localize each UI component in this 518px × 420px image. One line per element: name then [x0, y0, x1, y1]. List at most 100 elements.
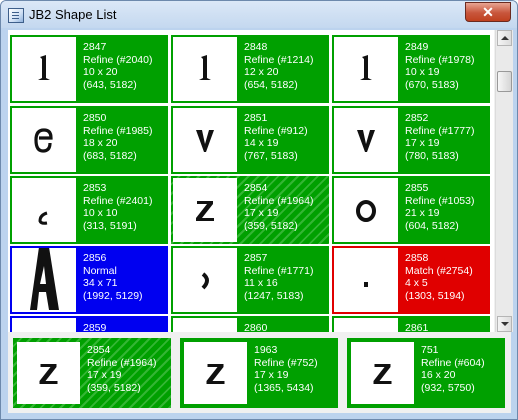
- shape-thumbnail: [173, 318, 237, 332]
- shape-pos: (1365, 5434): [254, 381, 314, 394]
- shape-id: 2850: [83, 112, 107, 124]
- shape-info: 1963 Refine (#752) 17 x 19 (1365, 5434): [254, 344, 318, 394]
- shape-info: 2852 Refine (#1777) 17 x 19 (780, 5183): [405, 112, 474, 162]
- shape-id: 2849: [405, 41, 429, 53]
- shape-info: 2853 Refine (#2401) 10 x 10 (313, 5191): [83, 182, 152, 232]
- shape-grid[interactable]: 2847 Refine (#2040) 10 x 20 (643, 5182) 2848…: [8, 30, 494, 332]
- shape-thumbnail: [184, 342, 247, 404]
- shape-id: 1963: [254, 344, 278, 356]
- match-panel: 2854 Refine (#1964) 17 x 19 (359, 5182) 1963…: [8, 333, 511, 413]
- shape-thumbnail: [334, 108, 398, 172]
- client-area: 2847 Refine (#2040) 10 x 20 (643, 5182) 2848…: [8, 30, 513, 413]
- shape-info: 751 Refine (#604) 16 x 20 (932, 5750): [421, 344, 485, 394]
- shape-id: 2855: [405, 182, 429, 194]
- shape-size: 11 x 16: [244, 277, 278, 289]
- shape-status: Refine (#1985): [83, 124, 153, 137]
- shape-thumbnail: [173, 178, 237, 242]
- shape-id: 751: [421, 344, 439, 356]
- shape-size: 10 x 19: [405, 66, 440, 78]
- shape-status: Refine (#1053): [405, 194, 475, 207]
- shape-pos: (654, 5182): [244, 78, 298, 91]
- shape-info: 2848 Refine (#1214) 12 x 20 (654, 5182): [244, 41, 313, 91]
- shape-thumbnail: [17, 342, 80, 404]
- shape-info: 2859: [83, 322, 106, 332]
- shape-id: 2853: [83, 182, 107, 194]
- shape-id: 2852: [405, 112, 429, 124]
- shape-size: 17 x 19: [254, 369, 289, 381]
- shape-pos: (1992, 5129): [83, 289, 143, 302]
- shape-status: Match (#2754): [405, 264, 473, 277]
- shape-thumbnail: [173, 108, 237, 172]
- shape-thumbnail: [173, 248, 237, 312]
- shape-thumbnail: [334, 178, 398, 242]
- shape-info: 2850 Refine (#1985) 18 x 20 (683, 5182): [83, 112, 152, 162]
- shape-info: 2857 Refine (#1771) 11 x 16 (1247, 5183): [244, 252, 313, 302]
- shape-tile-2856[interactable]: 2856 Normal 34 x 71 (1992, 5129): [10, 246, 168, 314]
- shape-tile-2855[interactable]: 2855 Refine (#1053) 21 x 19 (604, 5182): [332, 176, 490, 244]
- shape-id: 2860: [244, 322, 268, 332]
- shape-pos: (932, 5750): [421, 381, 475, 394]
- shape-tile-2849[interactable]: 2849 Refine (#1978) 10 x 19 (670, 5183): [332, 35, 490, 103]
- title-bar[interactable]: JB2 Shape List ✕: [1, 1, 517, 28]
- shape-size: 12 x 20: [244, 66, 279, 78]
- scroll-down-arrow-icon[interactable]: [497, 316, 512, 332]
- shape-status: Refine (#1771): [244, 264, 314, 277]
- shape-tile-2847[interactable]: 2847 Refine (#2040) 10 x 20 (643, 5182): [10, 35, 168, 103]
- shape-pos: (670, 5183): [405, 78, 459, 91]
- shape-info: 2854 Refine (#1964) 17 x 19 (359, 5182): [244, 182, 313, 232]
- window-title: JB2 Shape List: [29, 7, 117, 22]
- vertical-scrollbar[interactable]: [495, 30, 513, 332]
- shape-status: Refine (#2040): [83, 53, 153, 66]
- shape-size: 18 x 20: [83, 137, 118, 149]
- shape-info: 2860: [244, 322, 267, 332]
- scroll-thumb[interactable]: [497, 71, 512, 92]
- shape-tile-2861[interactable]: 2861: [332, 316, 490, 332]
- shape-tile-2860[interactable]: 2860: [171, 316, 329, 332]
- shape-id: 2859: [83, 322, 107, 332]
- shape-tile-2848[interactable]: 2848 Refine (#1214) 12 x 20 (654, 5182): [171, 35, 329, 103]
- shape-thumbnail: [12, 108, 76, 172]
- shape-id: 2856: [83, 252, 107, 264]
- shape-size: 4 x 5: [405, 277, 428, 289]
- shape-size: 17 x 19: [405, 137, 440, 149]
- shape-tile-2853[interactable]: 2853 Refine (#2401) 10 x 10 (313, 5191): [10, 176, 168, 244]
- shape-pos: (604, 5182): [405, 219, 459, 232]
- shape-pos: (643, 5182): [83, 78, 137, 91]
- shape-size: 16 x 20: [421, 369, 456, 381]
- shape-thumbnail: [334, 37, 398, 101]
- shape-thumbnail: [173, 37, 237, 101]
- match-tile-2854[interactable]: 2854 Refine (#1964) 17 x 19 (359, 5182): [13, 338, 171, 408]
- shape-tile-2854[interactable]: 2854 Refine (#1964) 17 x 19 (359, 5182): [171, 176, 329, 244]
- shape-id: 2858: [405, 252, 429, 264]
- shape-info: 2854 Refine (#1964) 17 x 19 (359, 5182): [87, 344, 156, 394]
- shape-status: Refine (#1964): [244, 194, 314, 207]
- shape-tile-2858[interactable]: 2858 Match (#2754) 4 x 5 (1303, 5194): [332, 246, 490, 314]
- shape-pos: (1247, 5183): [244, 289, 304, 302]
- scroll-up-arrow-icon[interactable]: [497, 30, 512, 46]
- shape-thumbnail: [12, 178, 76, 242]
- close-button[interactable]: ✕: [465, 2, 511, 22]
- shape-pos: (767, 5183): [244, 149, 298, 162]
- shape-size: 17 x 19: [87, 369, 122, 381]
- shape-size: 21 x 19: [405, 207, 440, 219]
- shape-thumbnail: [351, 342, 414, 404]
- shape-info: 2858 Match (#2754) 4 x 5 (1303, 5194): [405, 252, 473, 302]
- shape-thumbnail: [334, 248, 398, 312]
- match-tile-1963[interactable]: 1963 Refine (#752) 17 x 19 (1365, 5434): [180, 338, 338, 408]
- shape-pos: (313, 5191): [83, 219, 137, 232]
- shape-status: Refine (#1777): [405, 124, 475, 137]
- shape-tile-2859[interactable]: 2859: [10, 316, 168, 332]
- shape-status: Refine (#1214): [244, 53, 314, 66]
- shape-tile-2852[interactable]: 2852 Refine (#1777) 17 x 19 (780, 5183): [332, 106, 490, 174]
- match-tile-751[interactable]: 751 Refine (#604) 16 x 20 (932, 5750): [347, 338, 505, 408]
- shape-status: Normal: [83, 264, 117, 277]
- window-icon: [8, 8, 24, 23]
- shape-id: 2851: [244, 112, 268, 124]
- shape-tile-2850[interactable]: 2850 Refine (#1985) 18 x 20 (683, 5182): [10, 106, 168, 174]
- shape-tile-2851[interactable]: 2851 Refine (#912) 14 x 19 (767, 5183): [171, 106, 329, 174]
- shape-thumbnail: [12, 248, 76, 312]
- shape-status: Refine (#2401): [83, 194, 153, 207]
- shape-id: 2847: [83, 41, 107, 53]
- shape-tile-2857[interactable]: 2857 Refine (#1771) 11 x 16 (1247, 5183): [171, 246, 329, 314]
- shape-id: 2854: [87, 344, 111, 356]
